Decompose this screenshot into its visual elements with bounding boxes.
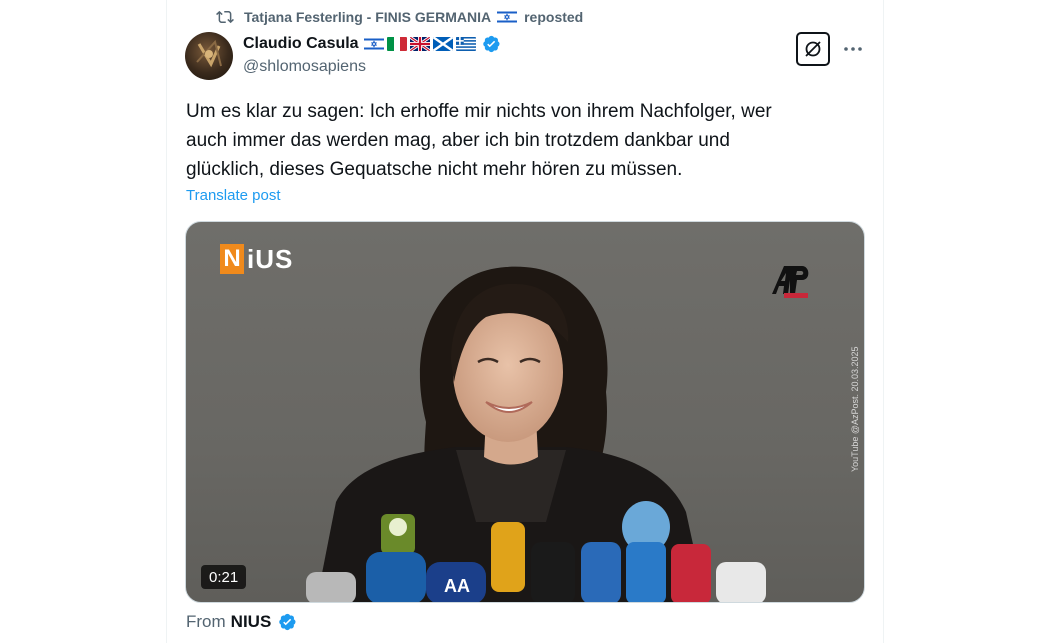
video-duration-badge: 0:21 <box>201 565 247 589</box>
scotland-flag-icon <box>432 37 453 51</box>
author-row: Claudio Casula <box>243 33 501 55</box>
author-name[interactable]: Claudio Casula <box>243 35 359 53</box>
reposter-name[interactable]: Tatjana Festerling - FINIS GERMANIA <box>244 9 491 25</box>
author-avatar[interactable] <box>185 32 233 80</box>
source-name-link[interactable]: NIUS <box>231 612 272 632</box>
grok-button[interactable] <box>796 32 830 66</box>
nius-watermark-text: iUS <box>247 243 294 274</box>
post-text: Um es klar zu sagen: Ich erhoffe mir nic… <box>186 101 772 180</box>
greece-flag-icon <box>455 37 476 51</box>
translate-post-link[interactable]: Translate post <box>186 187 281 204</box>
more-options-button[interactable] <box>838 36 868 62</box>
verified-badge-icon <box>279 613 296 631</box>
video-source-line: From NIUS <box>186 611 297 633</box>
nius-watermark: N iUS <box>220 244 293 274</box>
uk-flag-icon <box>409 37 430 51</box>
svg-text:AA: AA <box>444 576 470 596</box>
author-handle[interactable]: @shlomosapiens <box>243 58 366 76</box>
more-dots-icon <box>844 47 862 51</box>
video-player[interactable]: AA N iUS YouTube @AzPost. 20.03.2025 0:2… <box>185 221 865 603</box>
verified-badge-icon <box>482 35 500 53</box>
video-frame: AA <box>306 266 766 602</box>
nius-watermark-n: N <box>220 244 244 274</box>
repost-icon <box>216 10 234 24</box>
ap-logo-icon <box>772 266 809 298</box>
repost-context[interactable]: Tatjana Festerling - FINIS GERMANIA repo… <box>216 6 583 28</box>
israel-flag-icon <box>363 37 384 51</box>
from-prefix: From <box>186 612 226 631</box>
video-credit: YouTube @AzPost. 20.03.2025 <box>850 346 860 472</box>
israel-flag-icon <box>497 10 518 24</box>
grok-icon <box>805 41 821 57</box>
italy-flag-icon <box>386 37 407 51</box>
repost-label: reposted <box>524 9 584 25</box>
